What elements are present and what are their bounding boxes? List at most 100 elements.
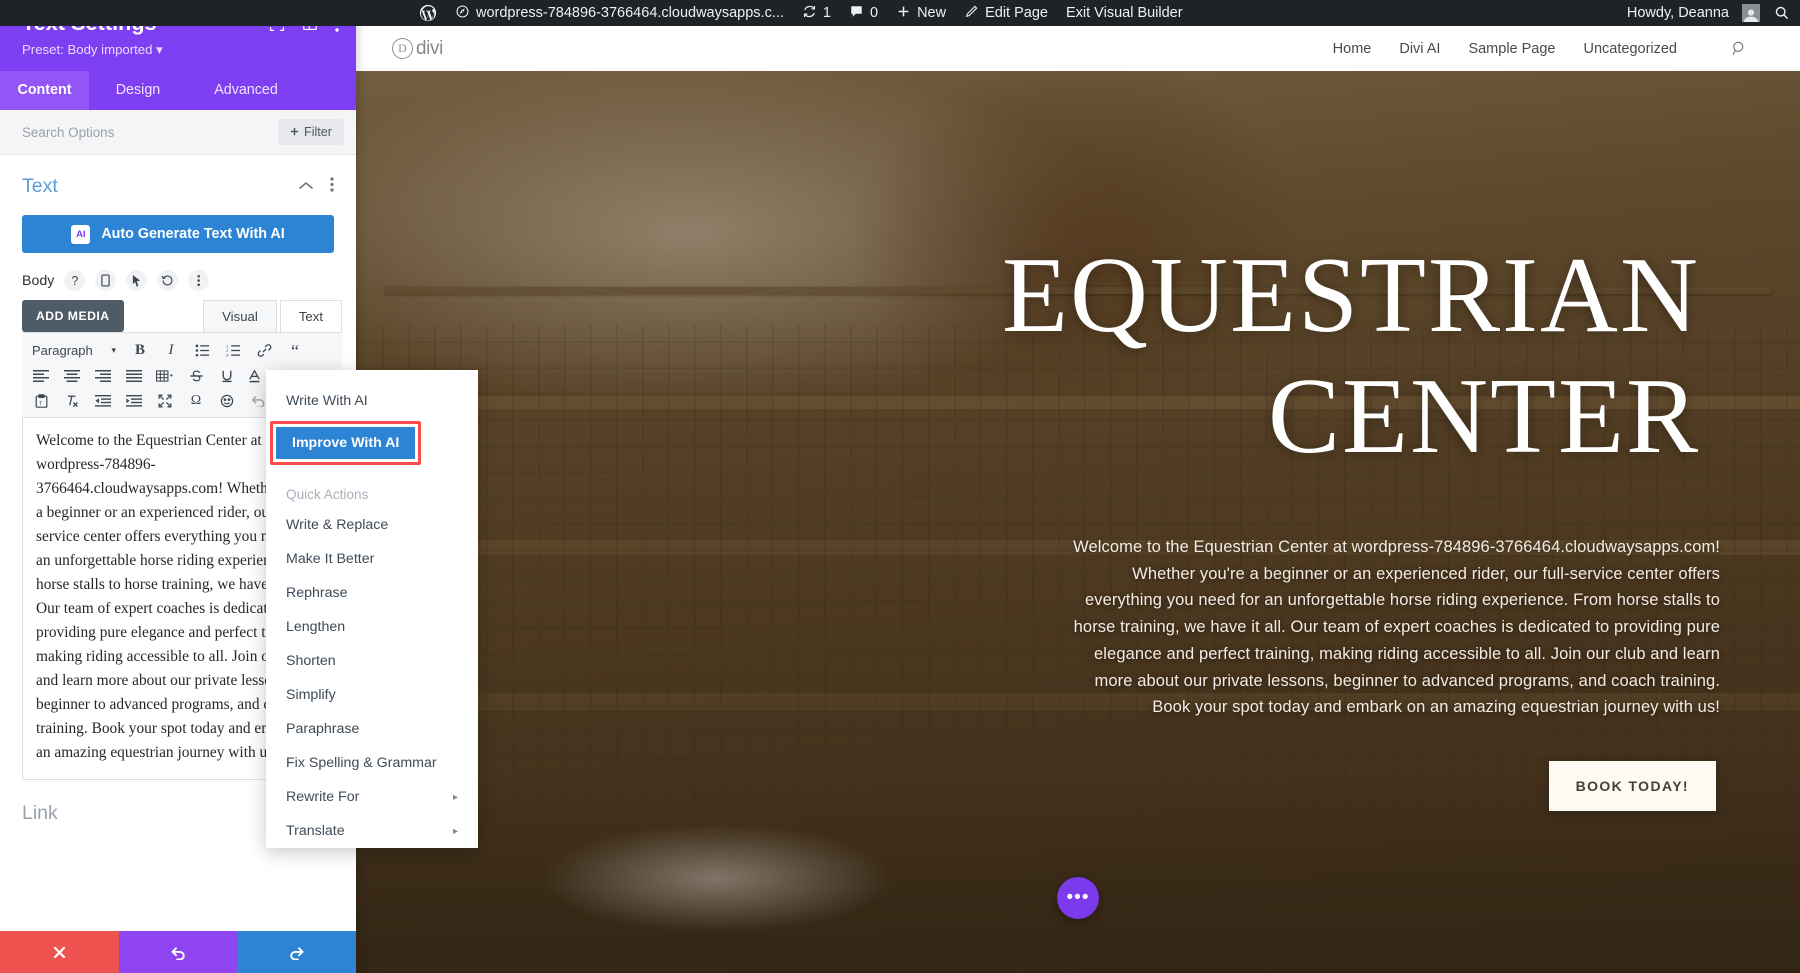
body-field-header: Body ? [0, 253, 356, 291]
menu-item-rewrite-for-label: Rewrite For [286, 789, 360, 805]
divi-logo[interactable]: D divi [392, 38, 443, 60]
mobile-icon[interactable] [95, 270, 117, 291]
search-icon[interactable] [1774, 5, 1790, 21]
align-center-icon[interactable] [57, 363, 87, 388]
menu-item-rewrite-for[interactable]: Rewrite For ▸ [266, 780, 478, 814]
close-button[interactable] [0, 931, 119, 973]
updates-menu[interactable]: 1 [793, 0, 840, 26]
avatar [1742, 4, 1760, 22]
menu-item-rephrase[interactable]: Rephrase [266, 576, 478, 610]
updates-icon [802, 4, 817, 23]
svg-text:T: T [39, 401, 43, 407]
menu-item-improve-with-ai-wrapper: Improve With AI [266, 418, 478, 471]
align-right-icon[interactable] [88, 363, 118, 388]
hero-content: EQUESTRIAN CENTER Welcome to the Equestr… [356, 71, 1800, 973]
table-icon[interactable] [150, 363, 180, 388]
underline-icon[interactable] [212, 363, 242, 388]
chevron-right-icon: ▸ [452, 791, 458, 803]
plus-icon [290, 125, 299, 139]
align-justify-icon[interactable] [119, 363, 149, 388]
cursor-icon[interactable] [126, 270, 148, 291]
paragraph-format-select[interactable]: Paragraph ▾ [26, 343, 124, 358]
menu-item-fix-spelling-grammar[interactable]: Fix Spelling & Grammar [266, 746, 478, 780]
reset-icon[interactable] [157, 270, 179, 291]
updates-count: 1 [822, 5, 831, 21]
tab-advanced[interactable]: Advanced [187, 71, 305, 110]
menu-item-translate-label: Translate [286, 823, 345, 839]
vertical-dots-icon[interactable] [188, 270, 210, 291]
numbered-list-icon[interactable]: 1 2 3 [218, 338, 248, 363]
site-name-menu[interactable]: wordpress-784896-3766464.cloudwaysapps.c… [446, 0, 793, 26]
tab-content[interactable]: Content [0, 71, 89, 110]
menu-item-paraphrase[interactable]: Paraphrase [266, 712, 478, 746]
new-label: New [917, 5, 947, 21]
preset-selector[interactable]: Preset: Body imported ▾ [22, 42, 339, 58]
chevron-up-icon[interactable] [298, 178, 314, 196]
new-content-menu[interactable]: New [887, 0, 955, 26]
text-section-header: Text [0, 155, 356, 211]
bulleted-list-icon[interactable] [187, 338, 217, 363]
bold-icon[interactable]: B [125, 338, 155, 363]
site-preview-frame: D divi Home Divi AI Sample Page Uncatego… [356, 26, 1800, 973]
nav-item-home[interactable]: Home [1333, 41, 1372, 57]
site-navigation: D divi Home Divi AI Sample Page Uncatego… [356, 26, 1800, 71]
italic-icon[interactable]: I [156, 338, 186, 363]
menu-item-shorten[interactable]: Shorten [266, 644, 478, 678]
toolbar-row-1: Paragraph ▾ B I 1 2 3 “ [26, 338, 338, 363]
dashboard-icon [455, 4, 470, 23]
search-options-bar: Search Options Filter [0, 110, 356, 155]
menu-item-improve-with-ai[interactable]: Improve With AI [276, 427, 416, 459]
auto-generate-text-with-ai-button[interactable]: AI Auto Generate Text With AI [22, 215, 334, 253]
strikethrough-icon[interactable] [181, 363, 211, 388]
svg-text:3: 3 [226, 353, 228, 357]
emoji-icon[interactable] [212, 388, 242, 413]
search-icon[interactable] [1731, 40, 1748, 57]
menu-item-simplify[interactable]: Simplify [266, 678, 478, 712]
menu-item-write-and-replace[interactable]: Write & Replace [266, 508, 478, 542]
tab-text[interactable]: Text [279, 300, 342, 332]
hero-title-line-2: CENTER [1268, 356, 1700, 476]
chevron-right-icon: ▸ [452, 825, 458, 837]
divi-floating-menu-button[interactable]: ••• [1057, 877, 1099, 919]
add-media-button[interactable]: ADD MEDIA [22, 300, 124, 332]
vertical-dots-icon[interactable] [330, 176, 334, 197]
fullscreen-icon[interactable] [150, 388, 180, 413]
align-left-icon[interactable] [26, 363, 56, 388]
ai-badge-icon: AI [71, 224, 91, 244]
nav-item-sample-page[interactable]: Sample Page [1468, 41, 1555, 57]
text-color-icon[interactable] [243, 363, 265, 388]
special-character-icon[interactable]: Ω [181, 388, 211, 413]
menu-item-write-with-ai[interactable]: Write With AI [266, 384, 478, 418]
nav-item-uncategorized[interactable]: Uncategorized [1584, 41, 1678, 57]
blockquote-icon[interactable]: “ [280, 338, 310, 363]
help-icon[interactable]: ? [64, 270, 86, 291]
edit-page-menu[interactable]: Edit Page [955, 0, 1057, 26]
outdent-icon[interactable] [88, 388, 118, 413]
nav-item-divi-ai[interactable]: Divi AI [1399, 41, 1440, 57]
section-title: Text [22, 175, 58, 197]
auto-generate-label: Auto Generate Text With AI [101, 226, 285, 242]
panel-tabs: Content Design Advanced [0, 71, 356, 110]
comments-count: 0 [870, 5, 879, 21]
menu-group-quick-actions: Quick Actions [286, 487, 369, 502]
search-input[interactable]: Search Options [22, 125, 114, 140]
menu-item-make-it-better[interactable]: Make It Better [266, 542, 478, 576]
clear-formatting-icon[interactable] [57, 388, 87, 413]
wordpress-logo-icon[interactable] [410, 0, 446, 26]
filter-button[interactable]: Filter [278, 119, 344, 145]
tab-design[interactable]: Design [89, 71, 187, 110]
undo-button[interactable] [118, 931, 238, 973]
menu-item-translate[interactable]: Translate ▸ [266, 814, 478, 848]
tab-visual[interactable]: Visual [203, 300, 277, 332]
paste-as-text-icon[interactable]: T [26, 388, 56, 413]
book-today-button[interactable]: BOOK TODAY! [1548, 760, 1716, 811]
comments-menu[interactable]: 0 [840, 0, 887, 26]
editor-toolbar-top: ADD MEDIA Visual Text [0, 291, 356, 332]
link-icon[interactable] [249, 338, 279, 363]
redo-button[interactable] [237, 931, 357, 973]
exit-visual-builder-menu[interactable]: Exit Visual Builder [1057, 0, 1192, 26]
indent-icon[interactable] [119, 388, 149, 413]
account-menu[interactable]: Howdy, Deanna [1618, 0, 1760, 26]
format-label: Paragraph [32, 343, 93, 358]
menu-item-lengthen[interactable]: Lengthen [266, 610, 478, 644]
